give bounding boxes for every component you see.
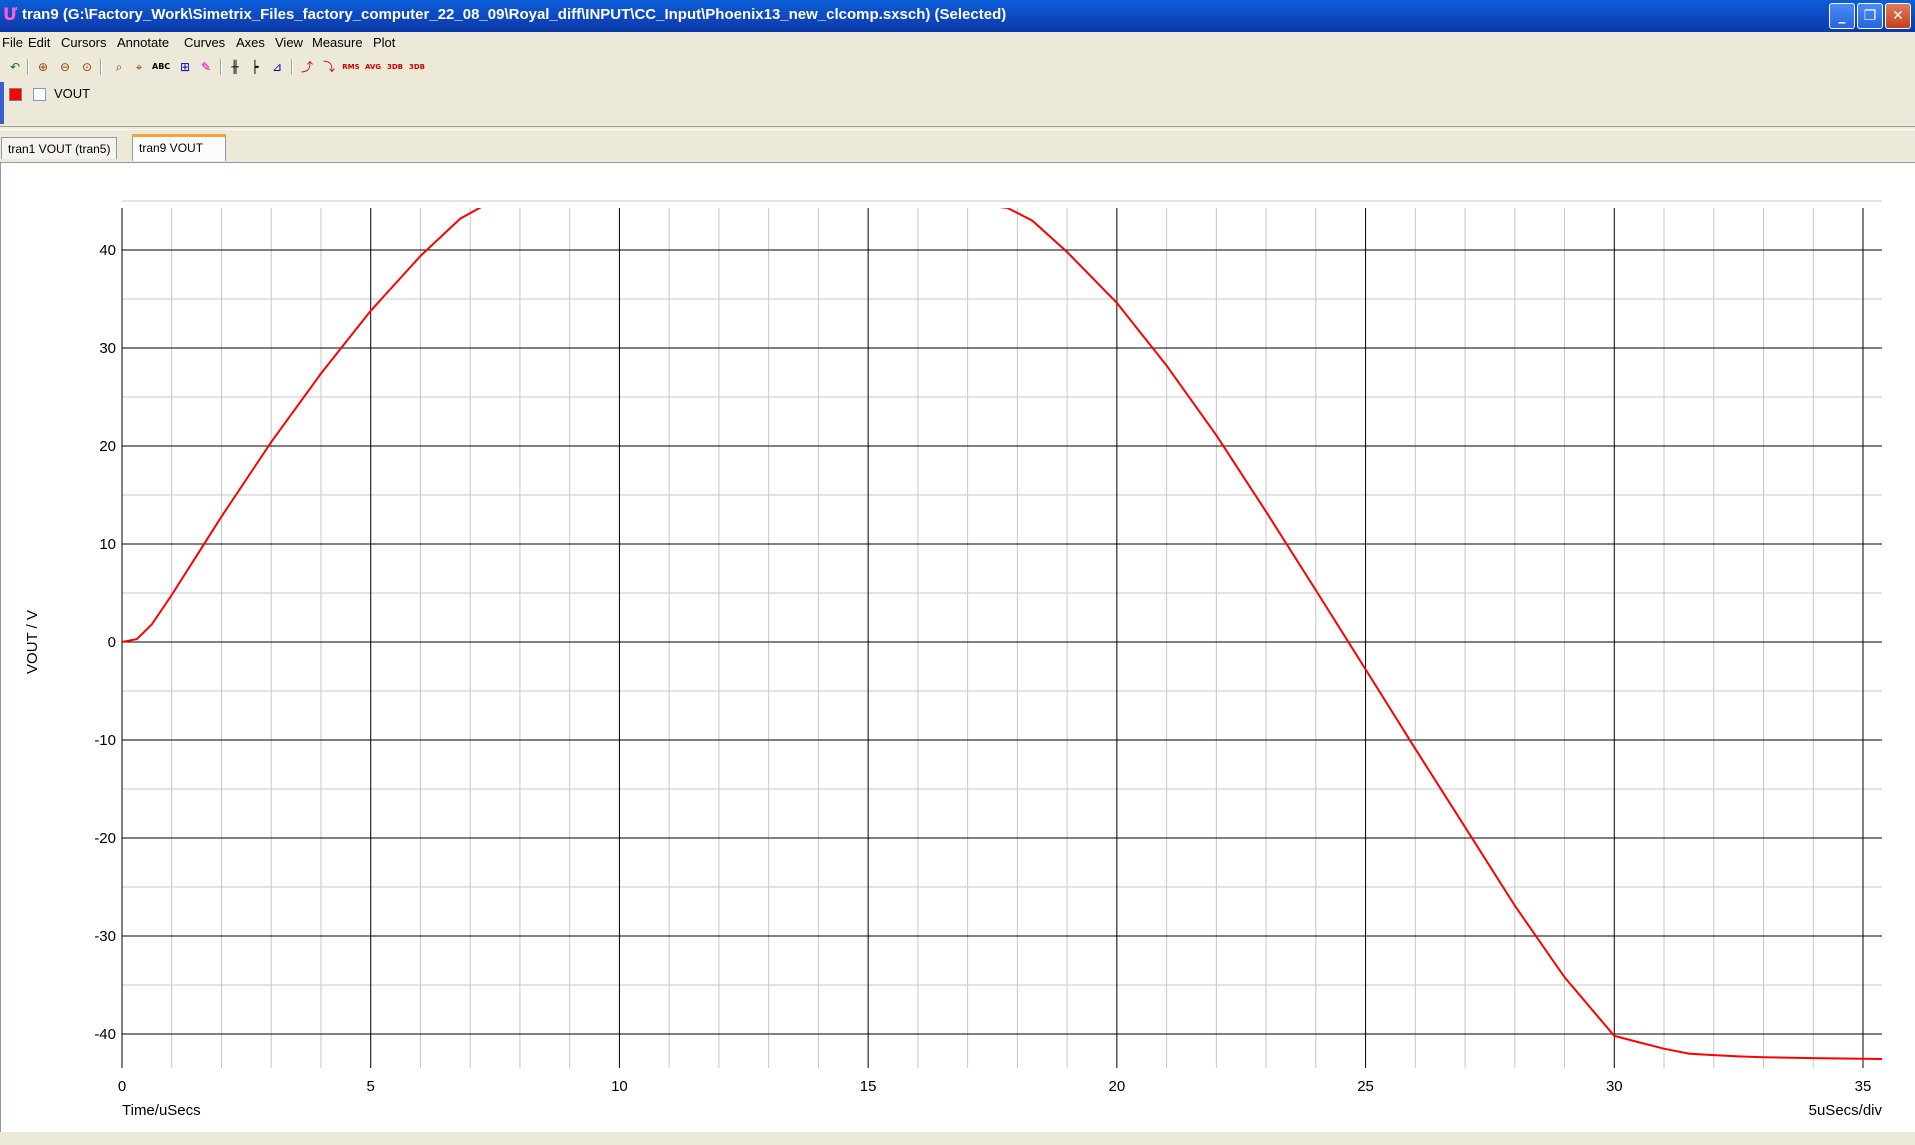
x-tick-label: 10: [611, 1078, 628, 1095]
toolbar-separator: [291, 59, 293, 75]
toolbar: ↶ ⊕ ⊖ ⊙ ⌕ ⌖ ABC ⊞ ✎ ╫ ┝ ⊿ ⤴ ⤵ RMS AVG 3D…: [0, 55, 1915, 79]
title-bar: Ư tran9 (G:\Factory_Work\Simetrix_Files_…: [0, 0, 1915, 32]
toolbar-separator: [27, 59, 29, 75]
abc-label-icon[interactable]: ABC: [152, 58, 170, 76]
series-vout-line: [122, 208, 1882, 1060]
toolbar-separator: [100, 59, 102, 75]
y-tick-label: -30: [94, 928, 116, 945]
curve-legend-label[interactable]: VOUT: [54, 86, 90, 101]
edit-curve-icon[interactable]: ✎: [197, 58, 215, 76]
menu-view[interactable]: View: [275, 35, 303, 50]
tab-tran9-vout[interactable]: tran9 VOUT: [132, 134, 226, 161]
menu-measure[interactable]: Measure: [312, 35, 363, 50]
curve-legend: VOUT: [0, 82, 1915, 124]
tab-tran1-vout[interactable]: tran1 VOUT (tran5): [1, 137, 118, 159]
simetrix-app-icon[interactable]: Ư: [3, 6, 19, 24]
x-scale-label: 5uSecs/div: [1809, 1102, 1883, 1119]
menu-annotate[interactable]: Annotate: [117, 35, 169, 50]
x-axis-label: Time/uSecs: [122, 1102, 201, 1119]
menu-bar: File Edit Cursors Annotate Curves Axes V…: [0, 32, 1915, 54]
y-axis-label: VOUT / V: [24, 610, 41, 674]
menu-curves[interactable]: Curves: [184, 35, 225, 50]
menu-cursors[interactable]: Cursors: [61, 35, 107, 50]
plot-tabs: tran1 VOUT (tran5) tran9 VOUT: [0, 134, 1915, 162]
maximize-button[interactable]: ❐: [1857, 3, 1883, 29]
window-title: tran9 (G:\Factory_Work\Simetrix_Files_fa…: [22, 6, 1007, 23]
toolbar-separator: [220, 59, 222, 75]
menu-axes[interactable]: Axes: [236, 35, 265, 50]
divider: [0, 126, 1915, 130]
legend-selection-bar: [0, 82, 4, 124]
stack-icon[interactable]: ┝: [246, 58, 264, 76]
plot-area[interactable]: 0 5 10 15 20 25 30 35 40 30 20 10 0 -10 -20 -30 -40 Time/…: [0, 162, 1915, 1132]
zoom-in-icon[interactable]: ⊕: [34, 58, 52, 76]
curve-select-checkbox[interactable]: [33, 88, 46, 101]
close-button[interactable]: ✕: [1885, 3, 1911, 29]
zoom-curve-icon[interactable]: ⌖: [130, 58, 148, 76]
curve-rise-icon[interactable]: ⤴: [298, 58, 316, 76]
minimize-button[interactable]: _: [1829, 3, 1855, 29]
waveform-chart[interactable]: 0 5 10 15 20 25 30 35 40 30 20 10 0 -10 -20 -30 -40 Time/…: [1, 163, 1914, 1131]
y-tick-label: -20: [94, 830, 116, 847]
y-tick-label: 0: [108, 634, 116, 651]
y-tick-label: -10: [94, 732, 116, 749]
y-tick-label: 40: [99, 242, 116, 259]
y-tick-label: -40: [94, 1026, 116, 1043]
x-tick-label: 30: [1606, 1078, 1623, 1095]
x-tick-label: 5: [367, 1078, 375, 1095]
x-tick-label: 25: [1357, 1078, 1374, 1095]
avg-icon[interactable]: AVG: [364, 58, 382, 76]
menu-file[interactable]: File: [2, 35, 23, 50]
x-tick-label: 15: [860, 1078, 877, 1095]
y-tick-label: 20: [99, 438, 116, 455]
3db-high-icon[interactable]: 3DB: [386, 58, 404, 76]
x-tick-label: 35: [1855, 1078, 1872, 1095]
grid-icon[interactable]: ╫: [226, 58, 244, 76]
zoom-out-icon[interactable]: ⊖: [56, 58, 74, 76]
undo-icon[interactable]: ↶: [6, 58, 24, 76]
menu-plot[interactable]: Plot: [373, 35, 395, 50]
x-tick-label: 20: [1109, 1078, 1126, 1095]
status-bar: [0, 1132, 1915, 1145]
y-tick-label: 30: [99, 340, 116, 357]
rms-icon[interactable]: RMS: [342, 58, 360, 76]
zoom-fit-icon[interactable]: ⊙: [78, 58, 96, 76]
curve-fall-icon[interactable]: ⤵: [320, 58, 338, 76]
zoom-area-icon[interactable]: ⌕: [110, 58, 128, 76]
add-axis-icon[interactable]: ⊞: [176, 58, 194, 76]
3db-low-icon[interactable]: 3DB: [408, 58, 426, 76]
curve-color-swatch[interactable]: [9, 88, 22, 101]
menu-edit[interactable]: Edit: [28, 35, 50, 50]
axes-icon[interactable]: ⊿: [268, 58, 286, 76]
y-tick-label: 10: [99, 536, 116, 553]
x-tick-label: 0: [118, 1078, 126, 1095]
